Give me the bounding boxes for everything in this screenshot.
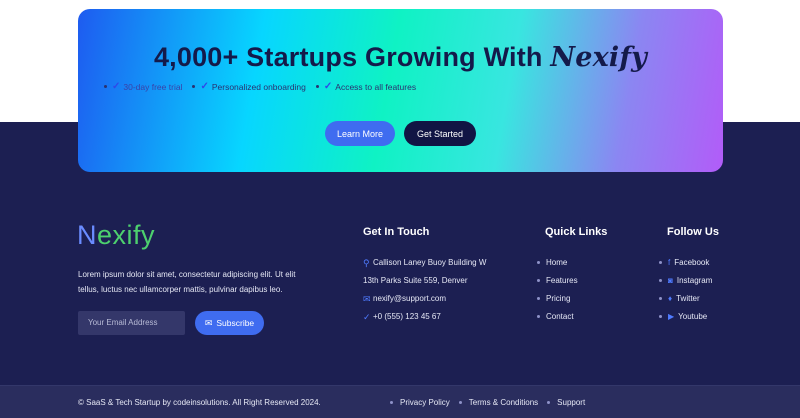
quick-link-label: Contact: [546, 312, 574, 321]
bullet-icon: [659, 261, 662, 264]
bullet-icon: [537, 261, 540, 264]
contact-phone[interactable]: ✓ +0 (555) 123 45 67: [363, 310, 441, 324]
subscribe-label: Subscribe: [216, 318, 255, 328]
bullet-icon: [537, 279, 540, 282]
bullet-icon: [547, 401, 551, 404]
legal-link-label: Privacy Policy: [400, 398, 450, 407]
get-in-touch-heading: Get In Touch: [363, 226, 430, 238]
check-icon: ✓: [200, 81, 209, 92]
quick-link-label: Pricing: [546, 294, 571, 303]
contact-address-text: Callison Laney Buoy Building W: [373, 256, 486, 270]
cta-feature-label: 30-day free trial: [123, 81, 183, 92]
contact-email-text: nexify@support.com: [373, 294, 447, 303]
footer-bottom-bar: © SaaS & Tech Startup by codeinsolutions…: [0, 385, 800, 418]
social-link-label: Twitter: [676, 294, 700, 303]
cta-feature-label: Access to all features: [335, 81, 417, 92]
footer-logo[interactable]: Nexify: [77, 220, 155, 251]
quick-links-heading: Quick Links: [545, 226, 608, 238]
legal-link-label: Terms & Conditions: [468, 398, 539, 407]
social-link-facebook[interactable]: f Facebook: [659, 258, 709, 267]
footer-about-text: Lorem ipsum dolor sit amet, consectetur …: [78, 270, 296, 294]
logo-text: exify: [97, 220, 156, 250]
learn-more-button[interactable]: Learn More: [325, 121, 395, 146]
location-pin-icon: ⚲: [363, 258, 370, 268]
quick-link-label: Home: [546, 258, 568, 267]
logo-initial: N: [77, 220, 97, 250]
quick-link-home[interactable]: Home: [537, 258, 567, 267]
contact-address-line-2: 13th Parks Suite 559, Denver: [363, 276, 468, 285]
phone-check-icon: ✓: [363, 312, 371, 322]
cta-feature: ✓ Access to all features: [315, 81, 417, 92]
quick-link-features[interactable]: Features: [537, 276, 578, 285]
check-icon: ✓: [323, 81, 333, 92]
email-input[interactable]: Your Email Address: [78, 311, 185, 335]
quick-link-label: Features: [546, 276, 578, 285]
social-link-label: Facebook: [674, 258, 710, 267]
cta-title-text: 4,000+ Startups Growing With: [153, 42, 543, 72]
contact-phone-text: +0 (555) 123 45 67: [373, 312, 441, 321]
bullet-icon: [659, 315, 662, 318]
facebook-icon: f: [668, 258, 671, 267]
legal-link-label: Support: [557, 398, 586, 407]
bullet-icon: [537, 315, 540, 318]
bullet-icon: [458, 401, 462, 404]
bullet-icon: [192, 85, 196, 88]
bullet-icon: [659, 279, 662, 282]
bullet-icon: [315, 85, 319, 88]
social-link-label: Instagram: [676, 276, 713, 285]
cta-feature-label: Personalized onboarding: [211, 81, 306, 92]
cta-feature-list: ✓ 30-day free trial ✓ Personalized onboa…: [104, 81, 416, 92]
follow-us-heading: Follow Us: [667, 226, 719, 238]
social-link-twitter[interactable]: ♦ Twitter: [659, 294, 700, 303]
bullet-icon: [390, 401, 393, 404]
privacy-policy-link[interactable]: Privacy Policy: [390, 398, 450, 407]
contact-email[interactable]: ✉ nexify@support.com: [363, 292, 446, 306]
get-started-button[interactable]: Get Started: [404, 121, 476, 146]
address-line-1: Callison Laney Buoy Building W: [373, 258, 487, 267]
contact-address: ⚲ Callison Laney Buoy Building W: [363, 256, 486, 270]
mail-icon: ✉: [363, 294, 371, 304]
quick-link-contact[interactable]: Contact: [537, 312, 574, 321]
instagram-icon: ◙: [668, 276, 673, 285]
quick-link-pricing[interactable]: Pricing: [537, 294, 570, 303]
subscribe-button[interactable]: ✉ Subscribe: [195, 311, 264, 335]
check-icon: ✓: [112, 81, 121, 92]
bullet-icon: [659, 297, 662, 300]
bullet-icon: [537, 297, 540, 300]
cta-banner: 4,000+ Startups Growing With Nexify ✓ 30…: [78, 9, 723, 172]
twitter-icon: ♦: [668, 294, 673, 303]
terms-link[interactable]: Terms & Conditions: [458, 398, 539, 407]
cta-feature: ✓ Personalized onboarding: [192, 81, 306, 92]
bullet-icon: [104, 85, 107, 88]
cta-title-brand: Nexify: [550, 42, 648, 73]
support-link[interactable]: Support: [547, 398, 585, 407]
inbox-icon: ✉: [204, 317, 213, 328]
social-link-label: Youtube: [678, 312, 708, 321]
social-link-instagram[interactable]: ◙ Instagram: [659, 276, 712, 285]
youtube-icon: ▶: [668, 312, 675, 321]
cta-title: 4,000+ Startups Growing With Nexify: [78, 42, 723, 73]
cta-feature: ✓ 30-day free trial: [104, 81, 182, 92]
copyright-text: © SaaS & Tech Startup by codeinsolutions…: [78, 398, 321, 407]
legal-links: Privacy Policy Terms & Conditions Suppor…: [390, 398, 594, 407]
social-link-youtube[interactable]: ▶ Youtube: [659, 312, 707, 321]
